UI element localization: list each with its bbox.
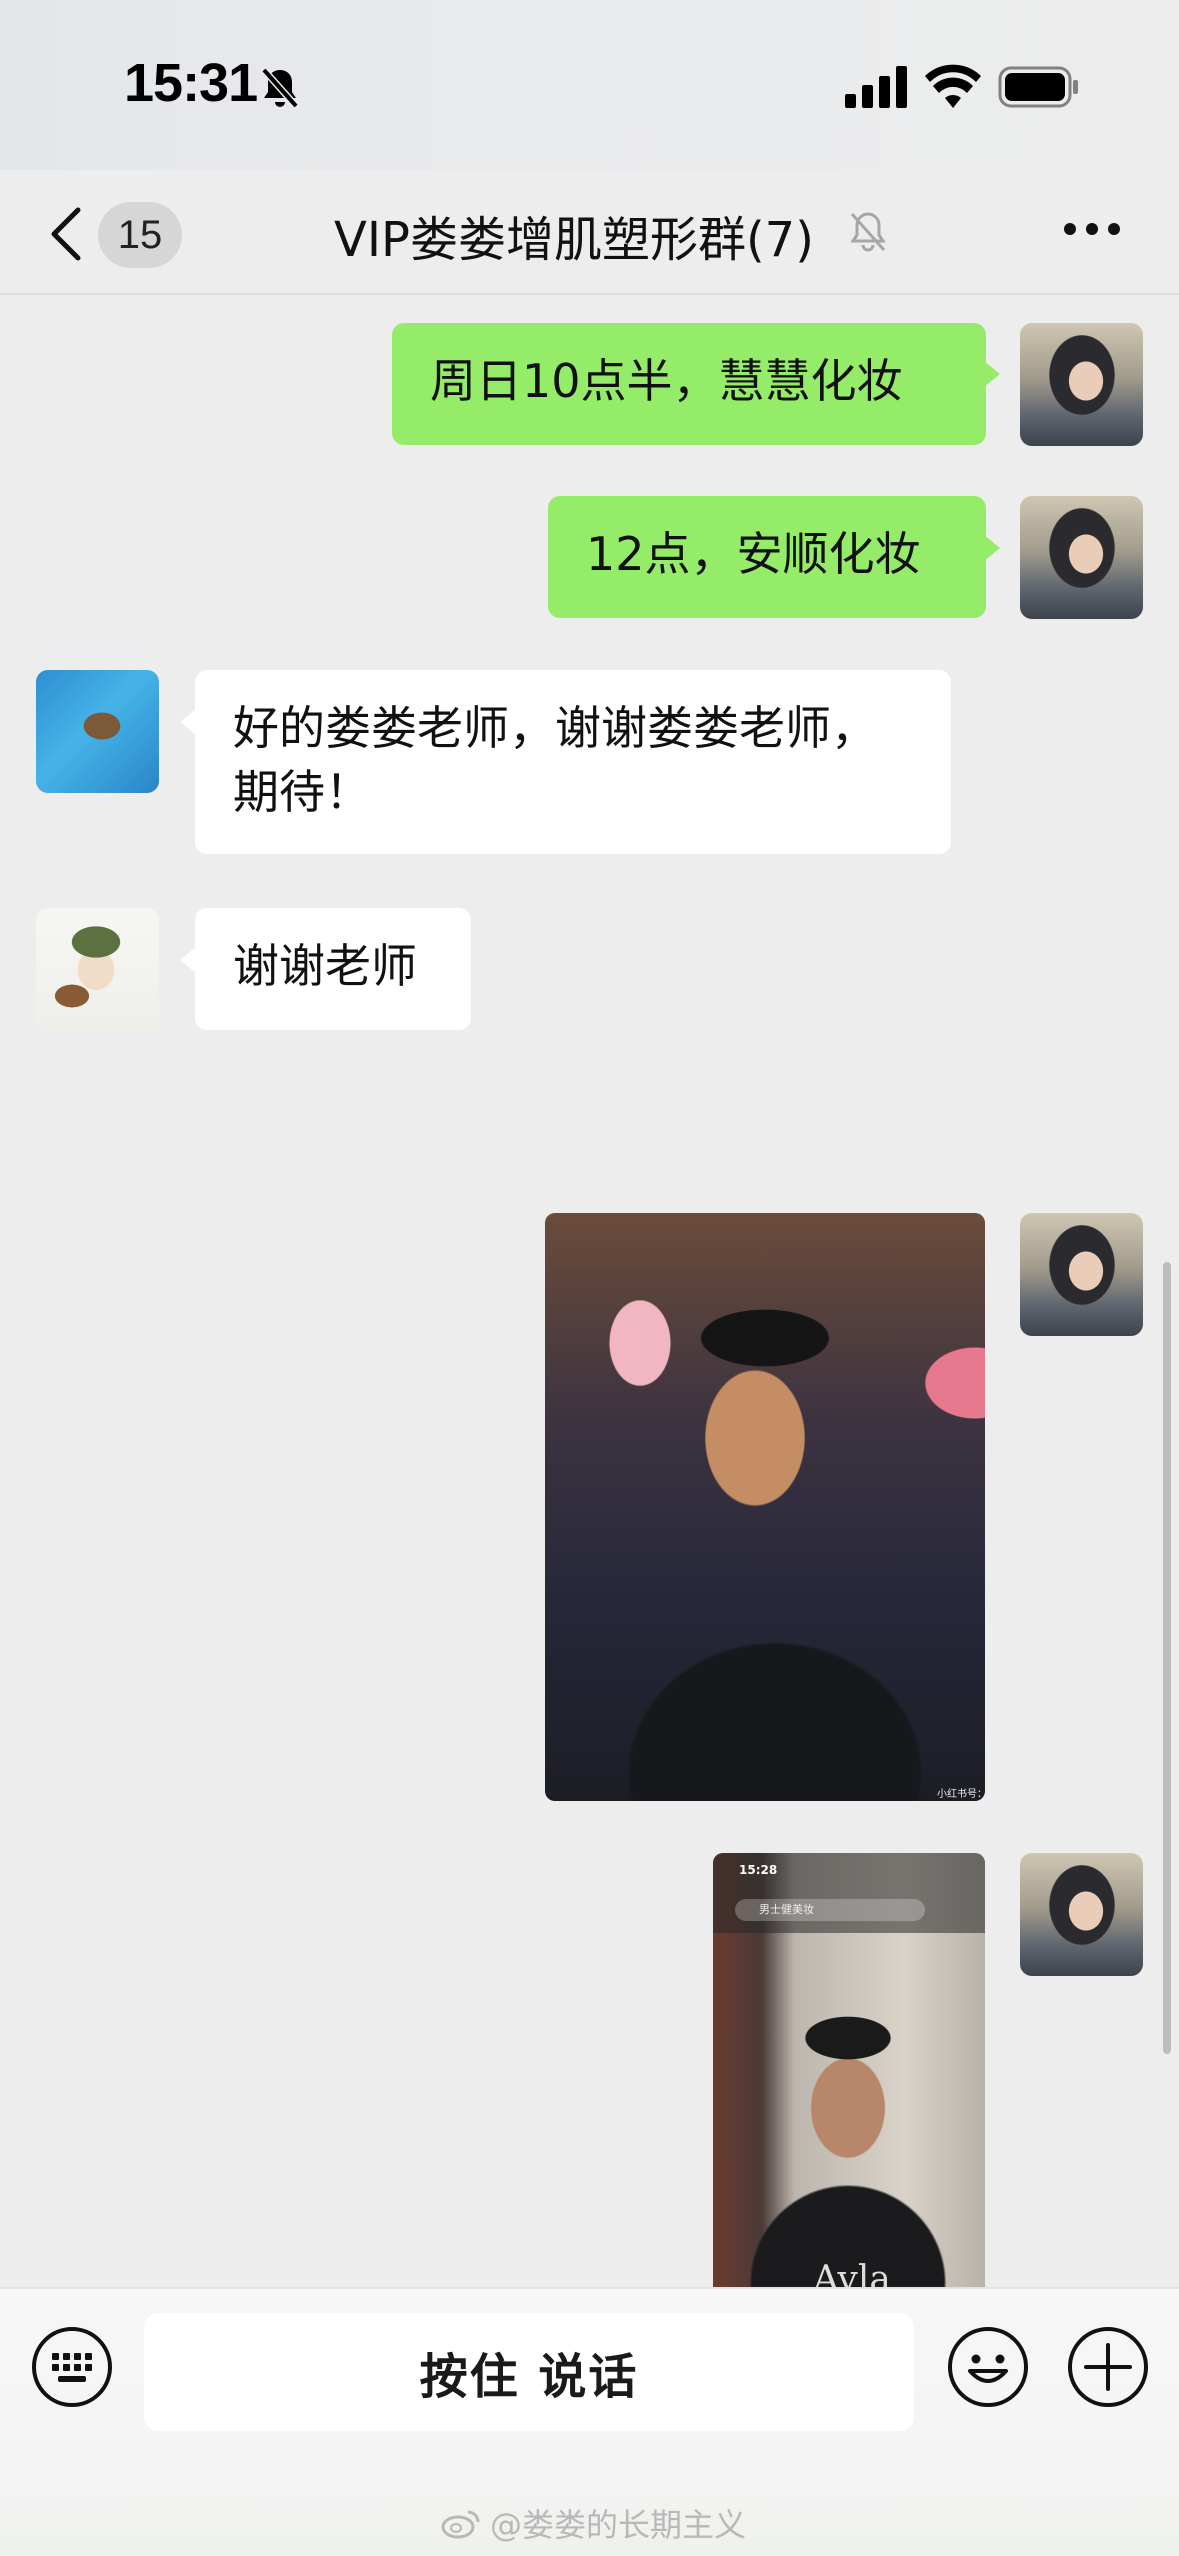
screenshot-time: 15:28 xyxy=(739,1863,778,1877)
battery-icon xyxy=(998,66,1078,108)
message-bubble-incoming[interactable]: 好的娄娄老师，谢谢娄娄老师， 期待！ xyxy=(195,670,951,854)
message-text: 期待！ xyxy=(233,765,371,819)
back-chevron-icon xyxy=(51,207,81,261)
message-bubble-incoming[interactable]: 谢谢老师 xyxy=(195,908,471,1030)
bubble-tail xyxy=(984,535,1000,561)
message-text: 12点，安顺化妆 xyxy=(586,527,921,581)
message-text: 周日10点半，慧慧化妆 xyxy=(430,354,903,408)
wifi-icon xyxy=(925,64,981,108)
muted-bell-icon xyxy=(850,212,886,252)
avatar[interactable] xyxy=(1020,1853,1143,1976)
image-message[interactable]: 15:28 男士健美妆 Ayla xyxy=(713,1853,985,2287)
emoji-icon[interactable] xyxy=(946,2325,1030,2409)
image-message[interactable]: 小红书号：49268184531 xyxy=(545,1213,985,1801)
plus-icon[interactable] xyxy=(1066,2325,1150,2409)
image-watermark: 小红书号：49268184531 xyxy=(937,1789,985,1800)
message-text: 谢谢老师 xyxy=(233,939,417,993)
bubble-tail xyxy=(984,361,1000,387)
avatar[interactable] xyxy=(1020,1213,1143,1336)
message-bubble-outgoing[interactable]: 12点，安顺化妆 xyxy=(548,496,986,618)
status-bar: 15:31 xyxy=(0,0,1179,170)
message-bubble-outgoing[interactable]: 周日10点半，慧慧化妆 xyxy=(392,323,986,445)
shirt-text: Ayla xyxy=(813,2259,891,2287)
unread-count-badge: 15 xyxy=(98,202,182,268)
weibo-icon xyxy=(441,2510,480,2539)
avatar[interactable] xyxy=(36,670,159,793)
signal-icon xyxy=(845,66,907,108)
bell-mute-icon xyxy=(261,67,299,109)
message-text: 好的娄娄老师，谢谢娄娄老师， xyxy=(233,701,877,755)
screenshot-search: 男士健美妆 xyxy=(735,1899,925,1921)
hold-to-talk-button[interactable]: 按住 说话 xyxy=(144,2313,914,2431)
weibo-watermark: @娄娄的长期主义 xyxy=(440,2500,746,2546)
status-time: 15:31 xyxy=(124,53,258,113)
avatar[interactable] xyxy=(1020,323,1143,446)
chat-header: 15 VIP娄娄增肌塑形群(7) xyxy=(0,170,1179,295)
more-icon[interactable] xyxy=(1062,214,1122,244)
bubble-tail xyxy=(180,947,196,973)
avatar[interactable] xyxy=(36,908,159,1031)
screenshot-topbar: 15:28 男士健美妆 xyxy=(713,1853,985,1933)
keyboard-icon[interactable] xyxy=(30,2325,114,2409)
back-button[interactable]: 15 xyxy=(40,194,190,274)
avatar[interactable] xyxy=(1020,496,1143,619)
message-list[interactable]: 周日10点半，慧慧化妆 12点，安顺化妆 好的娄娄老师，谢谢娄娄老师， 期待！ … xyxy=(0,297,1179,2287)
watermark-text: @娄娄的长期主义 xyxy=(490,2506,747,2544)
scrollbar[interactable] xyxy=(1163,1262,1171,2054)
chat-title: VIP娄娄增肌塑形群(7) xyxy=(334,212,814,268)
bubble-tail xyxy=(180,709,196,735)
